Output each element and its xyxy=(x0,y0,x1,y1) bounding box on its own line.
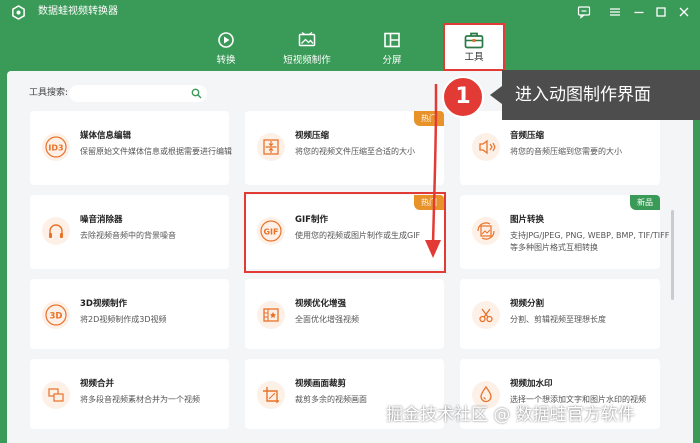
step-number-badge: 1 xyxy=(442,76,484,118)
callout-text: 进入动图制作界面 xyxy=(502,70,700,120)
down-arrow-icon xyxy=(425,84,441,258)
watermark-text: 掘金技术社区 @ 数据蛙官方软件 xyxy=(386,405,635,425)
callout-pointer xyxy=(490,86,502,104)
app-window: 数据蛙视频转换器 转换 短视频制作 分屏 工具 工具搜索: ID3 媒体信息编辑… xyxy=(0,0,700,443)
